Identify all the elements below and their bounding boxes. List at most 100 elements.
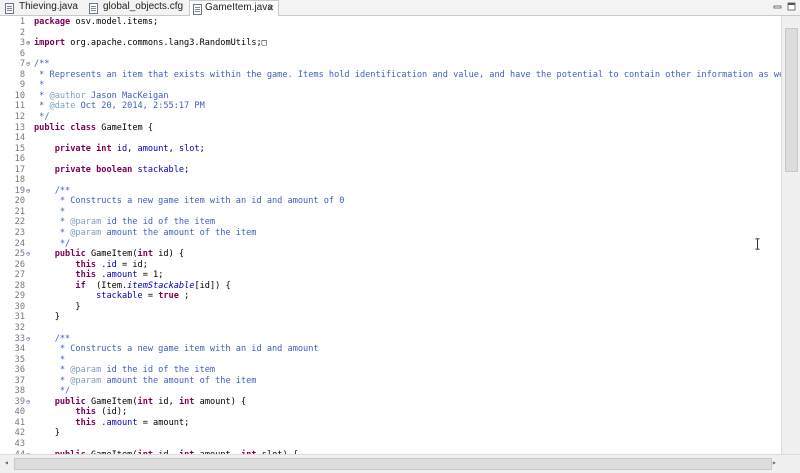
- code-line[interactable]: 29 stackable = true ;: [0, 291, 781, 302]
- code-line[interactable]: 28 if (Item.itemStackable[id]) {: [0, 281, 781, 292]
- code-line[interactable]: 7 ⊖/**: [0, 59, 781, 70]
- code-line[interactable]: 42 }: [0, 428, 781, 439]
- comment-token: * Represents an item that exists within …: [34, 69, 781, 80]
- field-token: amount: [106, 417, 138, 428]
- code-line[interactable]: 34 * Constructs a new game item with an …: [0, 344, 781, 355]
- code-line[interactable]: 40 this (id);: [0, 407, 781, 418]
- comment-token: */: [34, 238, 71, 249]
- code-line[interactable]: 3 ⊕ import org.apache.commons.lang3.Random…: [0, 38, 781, 49]
- keyword-token: int: [137, 396, 154, 407]
- code-line[interactable]: 21 *: [0, 207, 781, 218]
- code-token: = 1;: [137, 270, 164, 281]
- code-token: □: [261, 38, 267, 49]
- code-text: this .amount = amount;: [34, 418, 189, 429]
- code-token: id,: [158, 396, 179, 407]
- comment-token: *: [34, 375, 71, 386]
- line-number: 17: [14, 164, 25, 175]
- line-number: 12: [14, 111, 25, 122]
- scroll-left-icon[interactable]: ◂: [4, 458, 9, 467]
- code-line[interactable]: 26 this .id = id;: [0, 260, 781, 271]
- code-text: this .id = id;: [34, 260, 147, 271]
- code-line[interactable]: 2: [0, 28, 781, 39]
- code-text: /**: [34, 334, 71, 345]
- code-line[interactable]: 24 */: [0, 239, 781, 250]
- comment-token: amount the amount of the item: [101, 375, 257, 386]
- code-line[interactable]: 32: [0, 323, 781, 334]
- code-line[interactable]: 39 ⊖ public GameItem(int id, int amount) …: [0, 397, 781, 408]
- comment-token: *: [34, 354, 66, 365]
- code-line[interactable]: 16: [0, 154, 781, 165]
- code-line[interactable]: 20 * Constructs a new game item with an …: [0, 196, 781, 207]
- code-line[interactable]: 30 }: [0, 302, 781, 313]
- code-line[interactable]: 38 */: [0, 386, 781, 397]
- tab-thieving-java[interactable]: Thieving.java: [2, 0, 82, 14]
- code-line[interactable]: 17 private boolean stackable;: [0, 165, 781, 176]
- code-line[interactable]: 43: [0, 439, 781, 450]
- comment-token: id the id of the item: [101, 365, 216, 376]
- horizontal-scroll-thumb[interactable]: [14, 458, 772, 470]
- code-line[interactable]: 22 * @param id the id of the item: [0, 217, 781, 228]
- code-line[interactable]: 18: [0, 175, 781, 186]
- code-line[interactable]: 13 public class GameItem {: [0, 123, 781, 134]
- code-token: ;: [199, 143, 205, 154]
- vertical-scroll-thumb[interactable]: [785, 28, 798, 172]
- code-token: [id]) {: [194, 280, 231, 291]
- code-token: amount) {: [199, 396, 247, 407]
- code-line[interactable]: 14: [0, 133, 781, 144]
- line-number: 22: [14, 217, 25, 228]
- code-text: }: [34, 312, 60, 323]
- line-number: 33: [14, 333, 25, 344]
- comment-token: * Constructs a new game item with an id …: [34, 344, 319, 355]
- code-text: * Constructs a new game item with an id …: [34, 344, 319, 355]
- keyword-token: public: [54, 396, 86, 407]
- code-line[interactable]: 11 * @date Oct 20, 2014, 2:55:17 PM: [0, 101, 781, 112]
- code-token: (Item.: [90, 280, 128, 291]
- code-token: org.apache.commons.lang3.RandomUtils;: [70, 38, 262, 49]
- code-line[interactable]: 37 * @param amount the amount of the ite…: [0, 376, 781, 387]
- code-line[interactable]: 25 ⊖ public GameItem(int id) {: [0, 249, 781, 260]
- tab-global-objects-cfg[interactable]: global_objects.cfg: [86, 0, 186, 14]
- code-editor[interactable]: 1 package osv.model.items; 2 3 ⊕ import org.a…: [0, 16, 781, 454]
- code-line[interactable]: 27 this .amount = 1;: [0, 270, 781, 281]
- close-icon[interactable]: ✕: [267, 1, 275, 15]
- tab-label: GameItem.java: [205, 2, 273, 13]
- scroll-right-icon[interactable]: ▸: [772, 458, 777, 467]
- horizontal-scrollbar[interactable]: ◂ ▸: [0, 454, 800, 473]
- code-token: osv.model.items;: [75, 17, 159, 27]
- comment-token: Jason MacKeigan: [85, 90, 169, 101]
- line-number: 14: [14, 133, 25, 144]
- minimize-icon[interactable]: [773, 2, 782, 11]
- code-token: GameItem(: [90, 396, 138, 407]
- vertical-scrollbar[interactable]: [781, 16, 800, 454]
- code-line[interactable]: 35 *: [0, 355, 781, 366]
- code-line[interactable]: 1 package osv.model.items;: [0, 17, 781, 28]
- code-line[interactable]: 33 ⊖ /**: [0, 334, 781, 345]
- field-token: itemStackable: [127, 280, 195, 291]
- code-token: ,: [168, 143, 179, 154]
- code-line[interactable]: 6: [0, 49, 781, 60]
- tab-gameitem-java[interactable]: GameItem.java ✕: [189, 0, 279, 16]
- code-text: public GameItem(int id) {: [34, 249, 184, 260]
- line-number: 40: [14, 407, 25, 418]
- code-line[interactable]: 15 private int id, amount, slot;: [0, 144, 781, 155]
- maximize-icon[interactable]: [787, 2, 796, 11]
- code-line[interactable]: 41 this .amount = amount;: [0, 418, 781, 429]
- code-text: *: [34, 80, 44, 91]
- code-text: if (Item.itemStackable[id]) {: [34, 280, 231, 292]
- code-line[interactable]: 12 */: [0, 112, 781, 123]
- keyword-token: package: [34, 17, 71, 27]
- keyword-token: import: [34, 38, 66, 49]
- code-line[interactable]: 9 *: [0, 80, 781, 91]
- code-line[interactable]: 19 ⊖ /**: [0, 186, 781, 197]
- keyword-token: int: [178, 396, 195, 407]
- line-number: 13: [14, 122, 25, 133]
- code-line[interactable]: 8 * Represents an item that exists withi…: [0, 70, 781, 81]
- comment-token: @param: [70, 217, 102, 228]
- code-line[interactable]: 23 * @param amount the amount of the ite…: [0, 228, 781, 239]
- code-line[interactable]: 31 }: [0, 312, 781, 323]
- code-line[interactable]: 36 * @param id the id of the item: [0, 365, 781, 376]
- comment-token: * Constructs a new game item with an id …: [34, 196, 345, 207]
- code-line[interactable]: 10 * @author Jason MacKeigan: [0, 91, 781, 102]
